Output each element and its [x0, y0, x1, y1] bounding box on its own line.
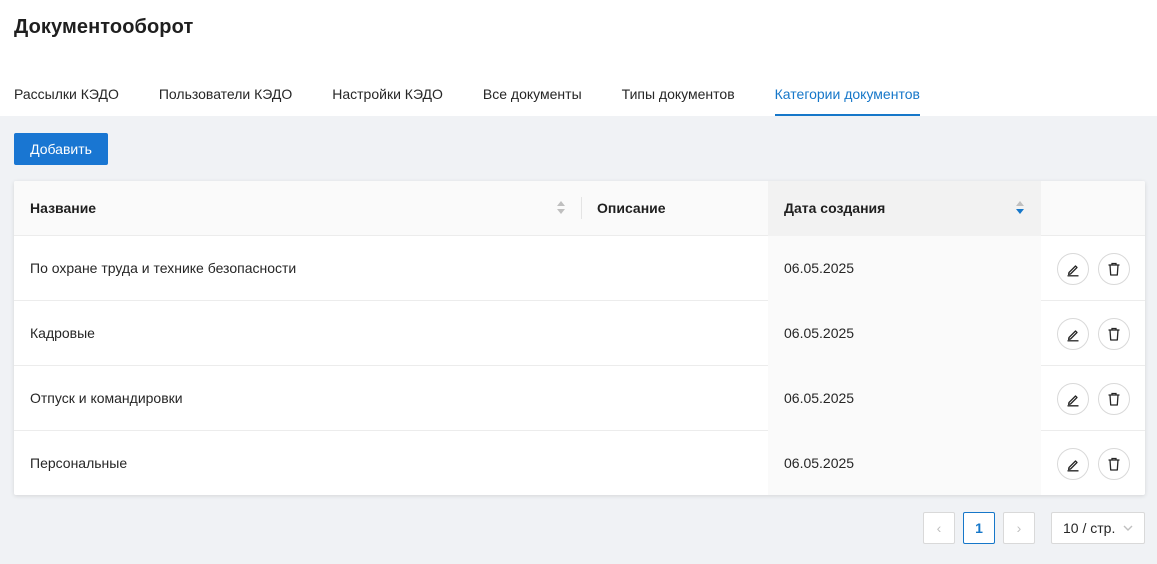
column-header-description: Описание [581, 181, 768, 236]
row-actions [1041, 301, 1145, 366]
cell-created: 06.05.2025 [768, 236, 1041, 301]
prev-page-button[interactable]: ‹ [923, 512, 955, 544]
tab-users[interactable]: Пользователи КЭДО [159, 72, 292, 116]
delete-button[interactable] [1098, 382, 1130, 415]
column-header-created[interactable]: Дата создания [768, 181, 1041, 236]
table-row: Персональные 06.05.2025 [14, 431, 1145, 495]
cell-created: 06.05.2025 [768, 366, 1041, 431]
cell-description [581, 431, 768, 495]
column-header-description-label: Описание [597, 200, 666, 216]
edit-button[interactable] [1057, 252, 1089, 285]
tab-document-types[interactable]: Типы документов [622, 72, 735, 116]
edit-button[interactable] [1057, 382, 1089, 415]
delete-icon [1108, 327, 1120, 341]
tab-mailings[interactable]: Рассылки КЭДО [14, 72, 119, 116]
page-size-select[interactable]: 10 / стр. [1051, 512, 1145, 544]
edit-icon [1067, 394, 1079, 406]
column-header-name[interactable]: Название [14, 181, 581, 236]
chevron-left-icon: ‹ [936, 520, 942, 536]
cell-description [581, 236, 768, 301]
categories-table: Название Описание Дата создания По охран… [14, 181, 1145, 495]
tab-document-categories[interactable]: Категории документов [774, 72, 921, 116]
add-button[interactable]: Добавить [14, 133, 108, 165]
cell-name: Персональные [30, 455, 128, 471]
delete-icon [1108, 457, 1120, 471]
page-header: Документооборот Рассылки КЭДО Пользовате… [0, 0, 1157, 116]
tab-bar: Рассылки КЭДО Пользователи КЭДО Настройк… [14, 72, 960, 116]
tab-all-documents[interactable]: Все документы [483, 72, 582, 116]
page-size-value: 10 / стр. [1063, 520, 1116, 536]
cell-name: Отпуск и командировки [30, 390, 183, 406]
cell-description [581, 366, 768, 431]
column-header-created-label: Дата создания [784, 200, 886, 216]
table-row: Кадровые 06.05.2025 [14, 301, 1145, 366]
delete-icon [1108, 392, 1120, 406]
next-page-button[interactable]: › [1003, 512, 1035, 544]
row-actions [1041, 431, 1145, 495]
cell-description [581, 301, 768, 366]
edit-button[interactable] [1057, 317, 1089, 350]
cell-created: 06.05.2025 [768, 301, 1041, 366]
column-header-name-label: Название [30, 200, 97, 216]
page-title: Документооборот [14, 16, 194, 38]
row-actions [1041, 236, 1145, 301]
pagination: ‹ 1 › 10 / стр. [923, 512, 1145, 544]
edit-icon [1067, 329, 1079, 341]
cell-name: Кадровые [30, 325, 95, 341]
chevron-down-icon [1123, 525, 1133, 531]
column-header-actions [1041, 181, 1145, 236]
delete-button[interactable] [1098, 317, 1130, 350]
table-row: Отпуск и командировки 06.05.2025 [14, 366, 1145, 431]
delete-button[interactable] [1098, 252, 1130, 285]
row-actions [1041, 366, 1145, 431]
edit-icon [1067, 264, 1079, 276]
table-header: Название Описание Дата создания [14, 181, 1145, 236]
cell-created: 06.05.2025 [768, 431, 1041, 495]
table-row: По охране труда и технике безопасности 0… [14, 236, 1145, 301]
tab-settings[interactable]: Настройки КЭДО [332, 72, 443, 116]
sort-desc-icon[interactable] [1015, 201, 1025, 217]
cell-name: По охране труда и технике безопасности [30, 260, 297, 276]
edit-button[interactable] [1057, 447, 1089, 480]
edit-icon [1067, 459, 1079, 471]
chevron-right-icon: › [1016, 520, 1022, 536]
delete-button[interactable] [1098, 447, 1130, 480]
page-number-button[interactable]: 1 [963, 512, 995, 544]
delete-icon [1108, 262, 1120, 276]
sort-icon[interactable] [556, 201, 566, 217]
